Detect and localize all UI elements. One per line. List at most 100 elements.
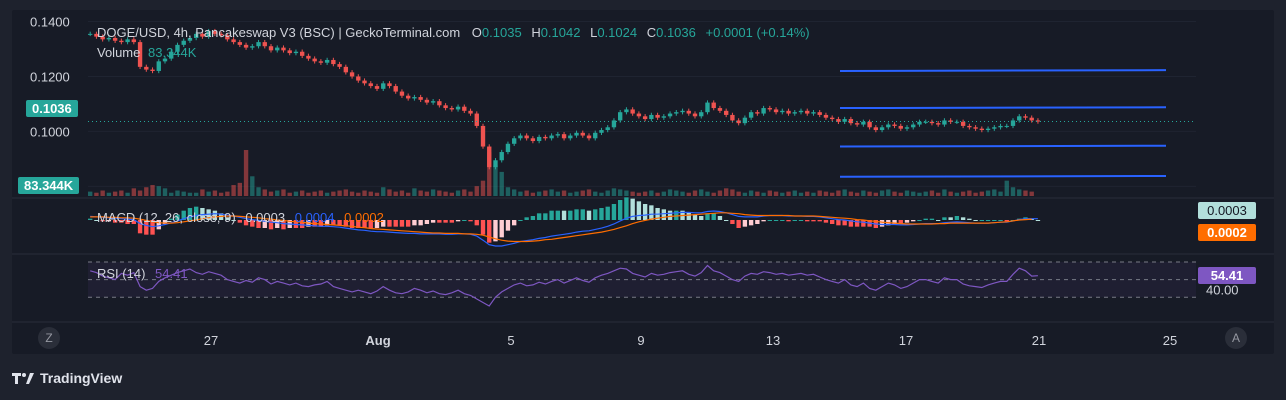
volume-bar <box>780 192 785 196</box>
pair-title: DOGE/USD, 4h, Pancakeswap V3 (BSC) | Gec… <box>97 25 461 40</box>
zoom-left-button[interactable]: Z <box>38 327 60 349</box>
macd-hist-bar <box>636 201 642 220</box>
volume-bar <box>112 191 118 196</box>
candle-body <box>773 109 779 113</box>
volume-bar <box>505 187 511 196</box>
candle-body <box>549 135 554 139</box>
candle-body <box>724 110 729 115</box>
candle-body <box>387 83 392 87</box>
volume-bar <box>549 189 554 196</box>
volume-bar <box>830 192 835 196</box>
candle-body <box>543 136 548 139</box>
candle-body <box>823 114 829 118</box>
rsi-legend: RSI (14) 54.41 <box>97 266 188 281</box>
volume-bar <box>923 191 928 196</box>
volume-bar <box>1017 189 1022 196</box>
candle-body <box>898 125 903 129</box>
close-label: C <box>646 25 657 40</box>
volume-bar <box>1023 190 1028 196</box>
volume-label: Volume <box>97 45 141 60</box>
macd-hist-bar <box>593 209 598 220</box>
volume-bar <box>493 165 498 196</box>
macd-hist-bar <box>455 220 461 222</box>
volume-bar <box>137 190 143 196</box>
macd-hist-bar <box>917 220 922 221</box>
candle-body <box>904 127 910 129</box>
volume-bar <box>836 190 841 196</box>
volume-bar <box>561 190 567 196</box>
chart-canvas[interactable]: 0.14000.12000.10000.080040.0027Aug591317… <box>0 0 1286 400</box>
candle-body <box>630 109 635 114</box>
macd-hist-bar <box>406 220 411 227</box>
candle-body <box>960 121 966 126</box>
volume-bar <box>973 192 978 196</box>
rsi-badge: 54.41 <box>1198 267 1256 284</box>
macd-hist-bar <box>599 208 604 220</box>
volume-bar <box>798 192 804 196</box>
macd-hist-bar <box>904 220 910 223</box>
candle-body <box>561 134 567 139</box>
volume-bar <box>904 190 910 196</box>
volume-bar <box>455 190 461 196</box>
close-value: 0.1036 <box>656 25 696 40</box>
macd-hist-bar <box>549 210 554 220</box>
macd-hist-bar <box>942 217 947 220</box>
time-tick-label: 27 <box>204 333 218 348</box>
horizontal-line <box>839 174 1167 178</box>
candle-body <box>406 95 411 99</box>
open-label: O <box>471 25 482 40</box>
price-tick-label: 0.1400 <box>30 14 70 29</box>
volume-bar <box>150 185 155 196</box>
macd-hist-bar <box>780 220 785 221</box>
volume-bar <box>599 192 604 196</box>
volume-bar <box>293 191 299 196</box>
macd-hist-bar <box>985 220 991 221</box>
time-tick-label: 17 <box>899 333 913 348</box>
volume-bar <box>574 191 579 196</box>
volume-bar <box>967 190 972 196</box>
macd-hist-bar <box>836 220 841 226</box>
macd-hist-bar <box>667 210 673 220</box>
volume-bar <box>605 190 610 196</box>
tradingview-logo[interactable]: TradingView <box>12 370 122 386</box>
volume-bar <box>929 190 935 196</box>
candle-body <box>499 152 504 161</box>
candle-body <box>337 64 342 67</box>
macd-hist-bar <box>393 220 398 227</box>
macd-hist-bar <box>649 205 654 220</box>
volume-bar <box>886 189 891 196</box>
high-value: 0.1042 <box>540 25 581 40</box>
macd-hist-bar <box>960 217 966 220</box>
volume-bar <box>861 190 866 196</box>
volume-bar <box>805 191 810 196</box>
candle-body <box>1004 125 1009 127</box>
macd-hist-bar <box>568 210 573 220</box>
volume-bar <box>536 191 542 196</box>
volume-bar <box>144 187 149 196</box>
macd-hist-bar <box>1035 220 1041 221</box>
volume-bar <box>169 192 174 196</box>
macd-hist-bar <box>861 220 866 227</box>
macd-hist-bar <box>524 217 529 220</box>
volume-bar <box>823 191 829 196</box>
tradingview-icon <box>12 373 34 384</box>
volume-bar <box>711 192 716 196</box>
auto-scale-button[interactable]: A <box>1225 327 1247 349</box>
volume-bar <box>406 192 411 196</box>
volume-bar <box>231 185 236 196</box>
volume-bar <box>936 192 941 196</box>
candle-body <box>992 127 997 129</box>
volume-bar <box>661 191 667 196</box>
volume-bar <box>736 191 741 196</box>
open-value: 0.1035 <box>481 25 522 40</box>
macd-hist-bar <box>480 220 486 235</box>
volume-bar <box>300 190 305 196</box>
volume-bar <box>212 190 218 196</box>
candle-body <box>412 97 417 99</box>
macd-hist-bar <box>574 209 579 220</box>
macd-hist-bar <box>437 220 442 223</box>
candle-body <box>424 99 430 103</box>
volume-bar <box>674 190 679 196</box>
candle-body <box>399 91 405 96</box>
candle-body <box>568 135 573 139</box>
